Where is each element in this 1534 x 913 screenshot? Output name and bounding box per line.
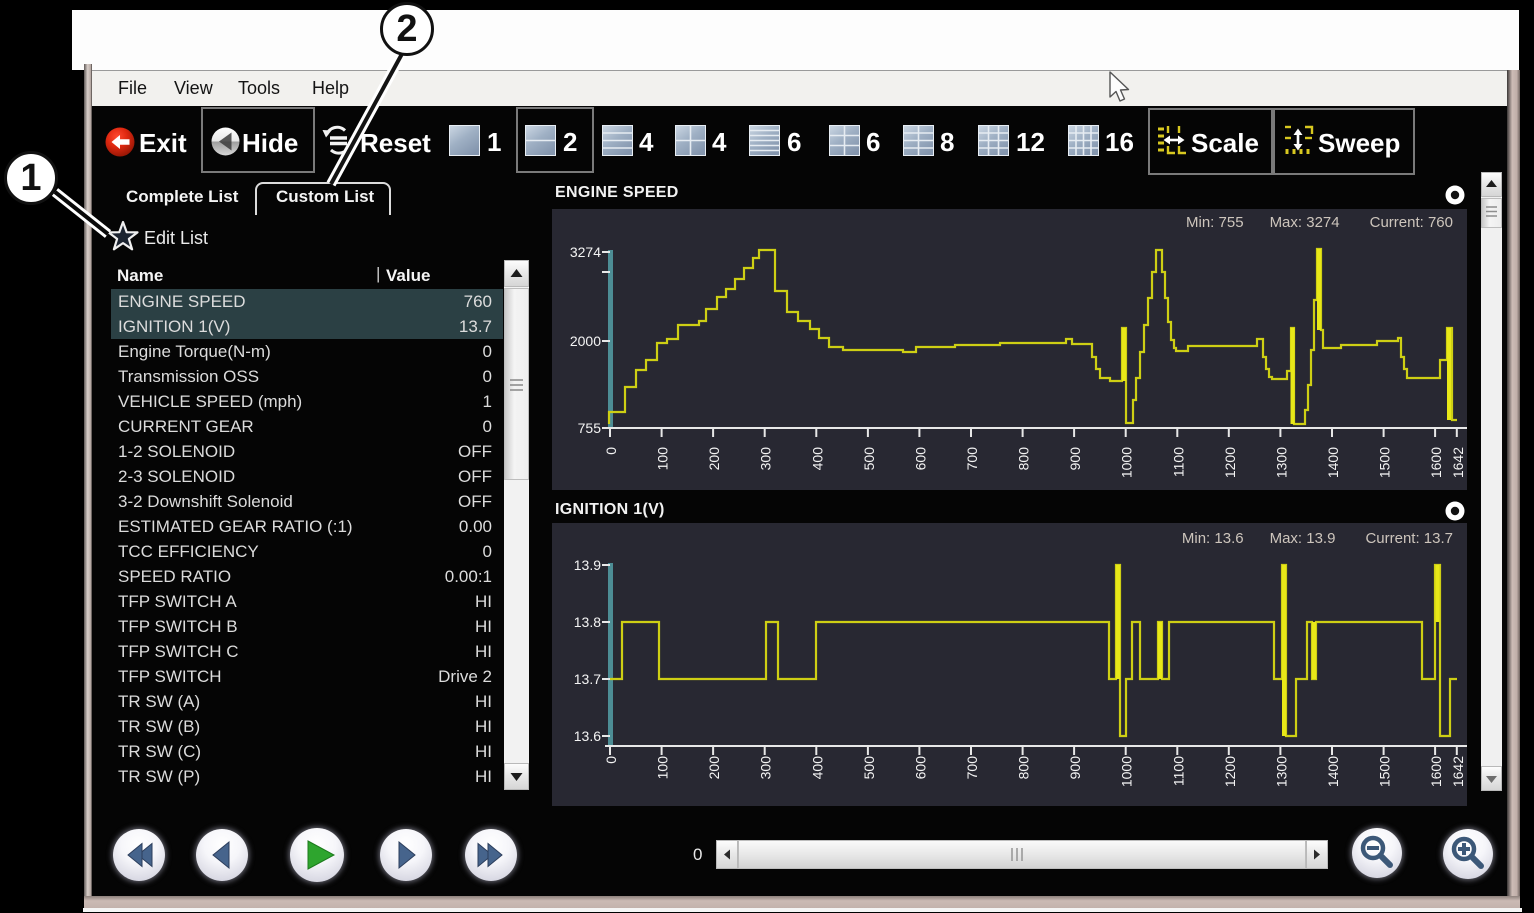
svg-text:400: 400	[809, 756, 825, 780]
svg-text:200: 200	[706, 756, 722, 780]
svg-text:600: 600	[912, 756, 928, 780]
svg-text:800: 800	[1016, 447, 1032, 471]
svg-text:900: 900	[1067, 756, 1083, 780]
svg-text:300: 300	[758, 447, 774, 471]
svg-text:1100: 1100	[1170, 756, 1186, 786]
svg-text:100: 100	[655, 447, 671, 471]
svg-text:200: 200	[706, 447, 722, 471]
svg-text:900: 900	[1067, 447, 1083, 471]
svg-text:700: 700	[964, 447, 980, 471]
svg-text:1200: 1200	[1222, 447, 1238, 478]
svg-text:1400: 1400	[1325, 447, 1341, 478]
svg-text:600: 600	[912, 447, 928, 471]
svg-text:1642: 1642	[1450, 447, 1466, 478]
svg-text:300: 300	[758, 756, 774, 780]
svg-text:700: 700	[964, 756, 980, 780]
svg-text:800: 800	[1016, 756, 1032, 780]
svg-text:500: 500	[861, 756, 877, 780]
svg-text:1400: 1400	[1325, 756, 1341, 787]
svg-text:1300: 1300	[1273, 756, 1289, 787]
svg-text:1200: 1200	[1222, 756, 1238, 787]
svg-text:1000: 1000	[1119, 447, 1135, 478]
svg-text:1300: 1300	[1273, 447, 1289, 478]
svg-text:100: 100	[655, 756, 671, 780]
svg-text:1500: 1500	[1377, 756, 1393, 787]
svg-text:1500: 1500	[1377, 447, 1393, 478]
svg-text:1100: 1100	[1170, 447, 1186, 477]
svg-text:1000: 1000	[1119, 756, 1135, 787]
svg-text:0: 0	[603, 756, 619, 764]
svg-text:1642: 1642	[1450, 756, 1466, 787]
svg-text:1600: 1600	[1428, 447, 1444, 478]
svg-text:400: 400	[809, 447, 825, 471]
svg-text:0: 0	[603, 447, 619, 455]
svg-text:1600: 1600	[1428, 756, 1444, 787]
svg-text:500: 500	[861, 447, 877, 471]
